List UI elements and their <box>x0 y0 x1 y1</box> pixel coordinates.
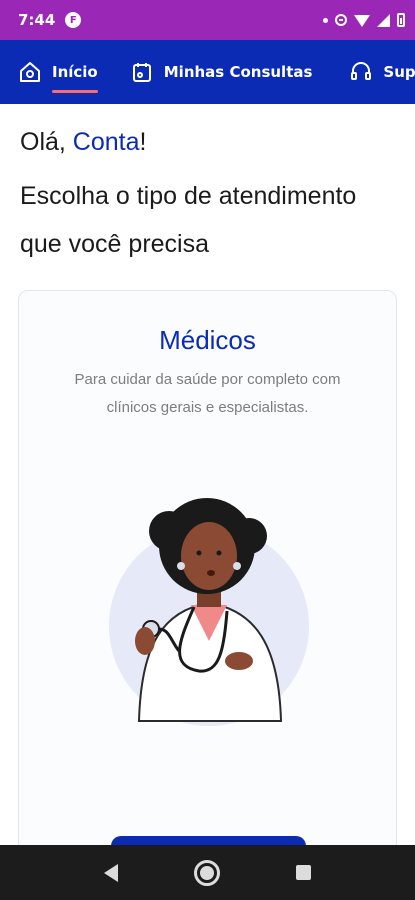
cell-signal-icon <box>377 13 390 27</box>
battery-icon <box>397 13 405 27</box>
status-time: 7:44 <box>18 11 56 29</box>
service-card-medicos[interactable]: Médicos Para cuidar da saúde por complet… <box>18 290 397 890</box>
recents-icon[interactable] <box>296 865 311 880</box>
card-title: Médicos <box>159 325 256 355</box>
nav-tab-suporte-label: Suporte <box>383 63 415 81</box>
android-navigation-bar <box>0 845 415 900</box>
headset-icon <box>351 62 372 80</box>
greeting-prefix: Olá, <box>20 128 73 156</box>
nav-tab-suporte[interactable]: Suporte <box>349 40 415 104</box>
page-subtitle: Escolha o tipo de atendimento que você p… <box>20 182 357 258</box>
nav-tab-minhas-consultas[interactable]: Minhas Consultas <box>130 40 313 104</box>
do-not-disturb-icon <box>335 14 347 26</box>
home-button-icon[interactable] <box>194 859 220 886</box>
calendar-icon <box>132 63 151 82</box>
app-notification-icon: F <box>65 12 82 28</box>
active-tab-indicator <box>52 90 98 93</box>
status-icons <box>323 13 405 27</box>
greeting: Olá, Conta! <box>20 128 146 157</box>
wifi-icon <box>354 15 370 27</box>
user-name: Conta <box>72 128 140 156</box>
greeting-suffix: ! <box>139 128 147 156</box>
nav-tab-inicio[interactable]: Início <box>18 40 98 104</box>
home-icon <box>20 62 40 82</box>
back-icon[interactable] <box>104 863 118 882</box>
card-description: Para cuidar da saúde por completo com cl… <box>74 371 341 416</box>
nav-tab-inicio-text: Início <box>52 63 98 81</box>
status-bar: 7:44 F <box>0 0 415 40</box>
top-navigation: Início Minhas Consultas Suporte <box>0 40 415 104</box>
nav-tab-minhas-consultas-label: Minhas Consultas <box>163 63 313 81</box>
doctor-illustration <box>109 498 309 726</box>
nav-tab-inicio-label: Início <box>52 63 98 93</box>
notification-dot-icon <box>323 17 328 23</box>
